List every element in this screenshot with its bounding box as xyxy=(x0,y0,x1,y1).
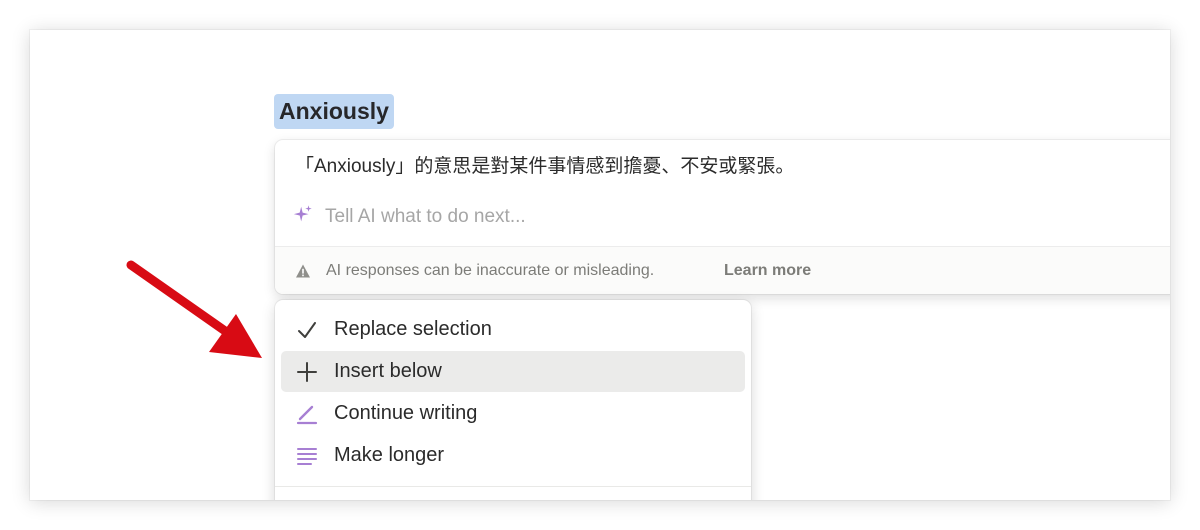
menu-divider xyxy=(275,486,751,487)
panel-footer: AI responses can be inaccurate or mislea… xyxy=(275,247,1170,294)
menu-item-continue-writing[interactable]: Continue writing xyxy=(281,393,745,434)
menu-item-label: Continue writing xyxy=(334,402,478,424)
menu-item-label: Insert below xyxy=(334,360,442,382)
menu-item-label: Make longer xyxy=(334,444,445,466)
menu-item-insert-below[interactable]: Insert below xyxy=(281,351,745,392)
pen-icon xyxy=(296,405,318,425)
ai-input-row[interactable] xyxy=(290,200,1170,234)
checkmark-icon xyxy=(298,322,316,338)
plus-icon xyxy=(297,362,317,382)
menu-item-replace-selection[interactable]: Replace selection xyxy=(281,309,745,350)
editor-window: Anxiously 「Anxiously」的意思是對某件事情感到擔憂、不安或緊張… xyxy=(30,30,1170,500)
ai-response-text: 「Anxiously」的意思是對某件事情感到擔憂、不安或緊張。 xyxy=(295,156,795,177)
menu-item-label: Replace selection xyxy=(334,318,492,340)
warning-icon xyxy=(296,264,310,278)
ai-disclaimer: AI responses can be inaccurate or mislea… xyxy=(326,262,655,279)
ai-prompt-input[interactable] xyxy=(325,200,1145,234)
sparkle-icon xyxy=(293,205,312,222)
selected-text[interactable]: Anxiously xyxy=(274,94,394,129)
learn-more-link[interactable]: Learn more xyxy=(724,261,811,281)
ai-action-menu: Replace selection Insert below Continue … xyxy=(275,300,751,500)
lines-icon xyxy=(297,448,317,465)
ai-panel: 「Anxiously」的意思是對某件事情感到擔憂、不安或緊張。 AI respo… xyxy=(275,140,1170,294)
menu-item-make-longer[interactable]: Make longer xyxy=(281,435,745,476)
